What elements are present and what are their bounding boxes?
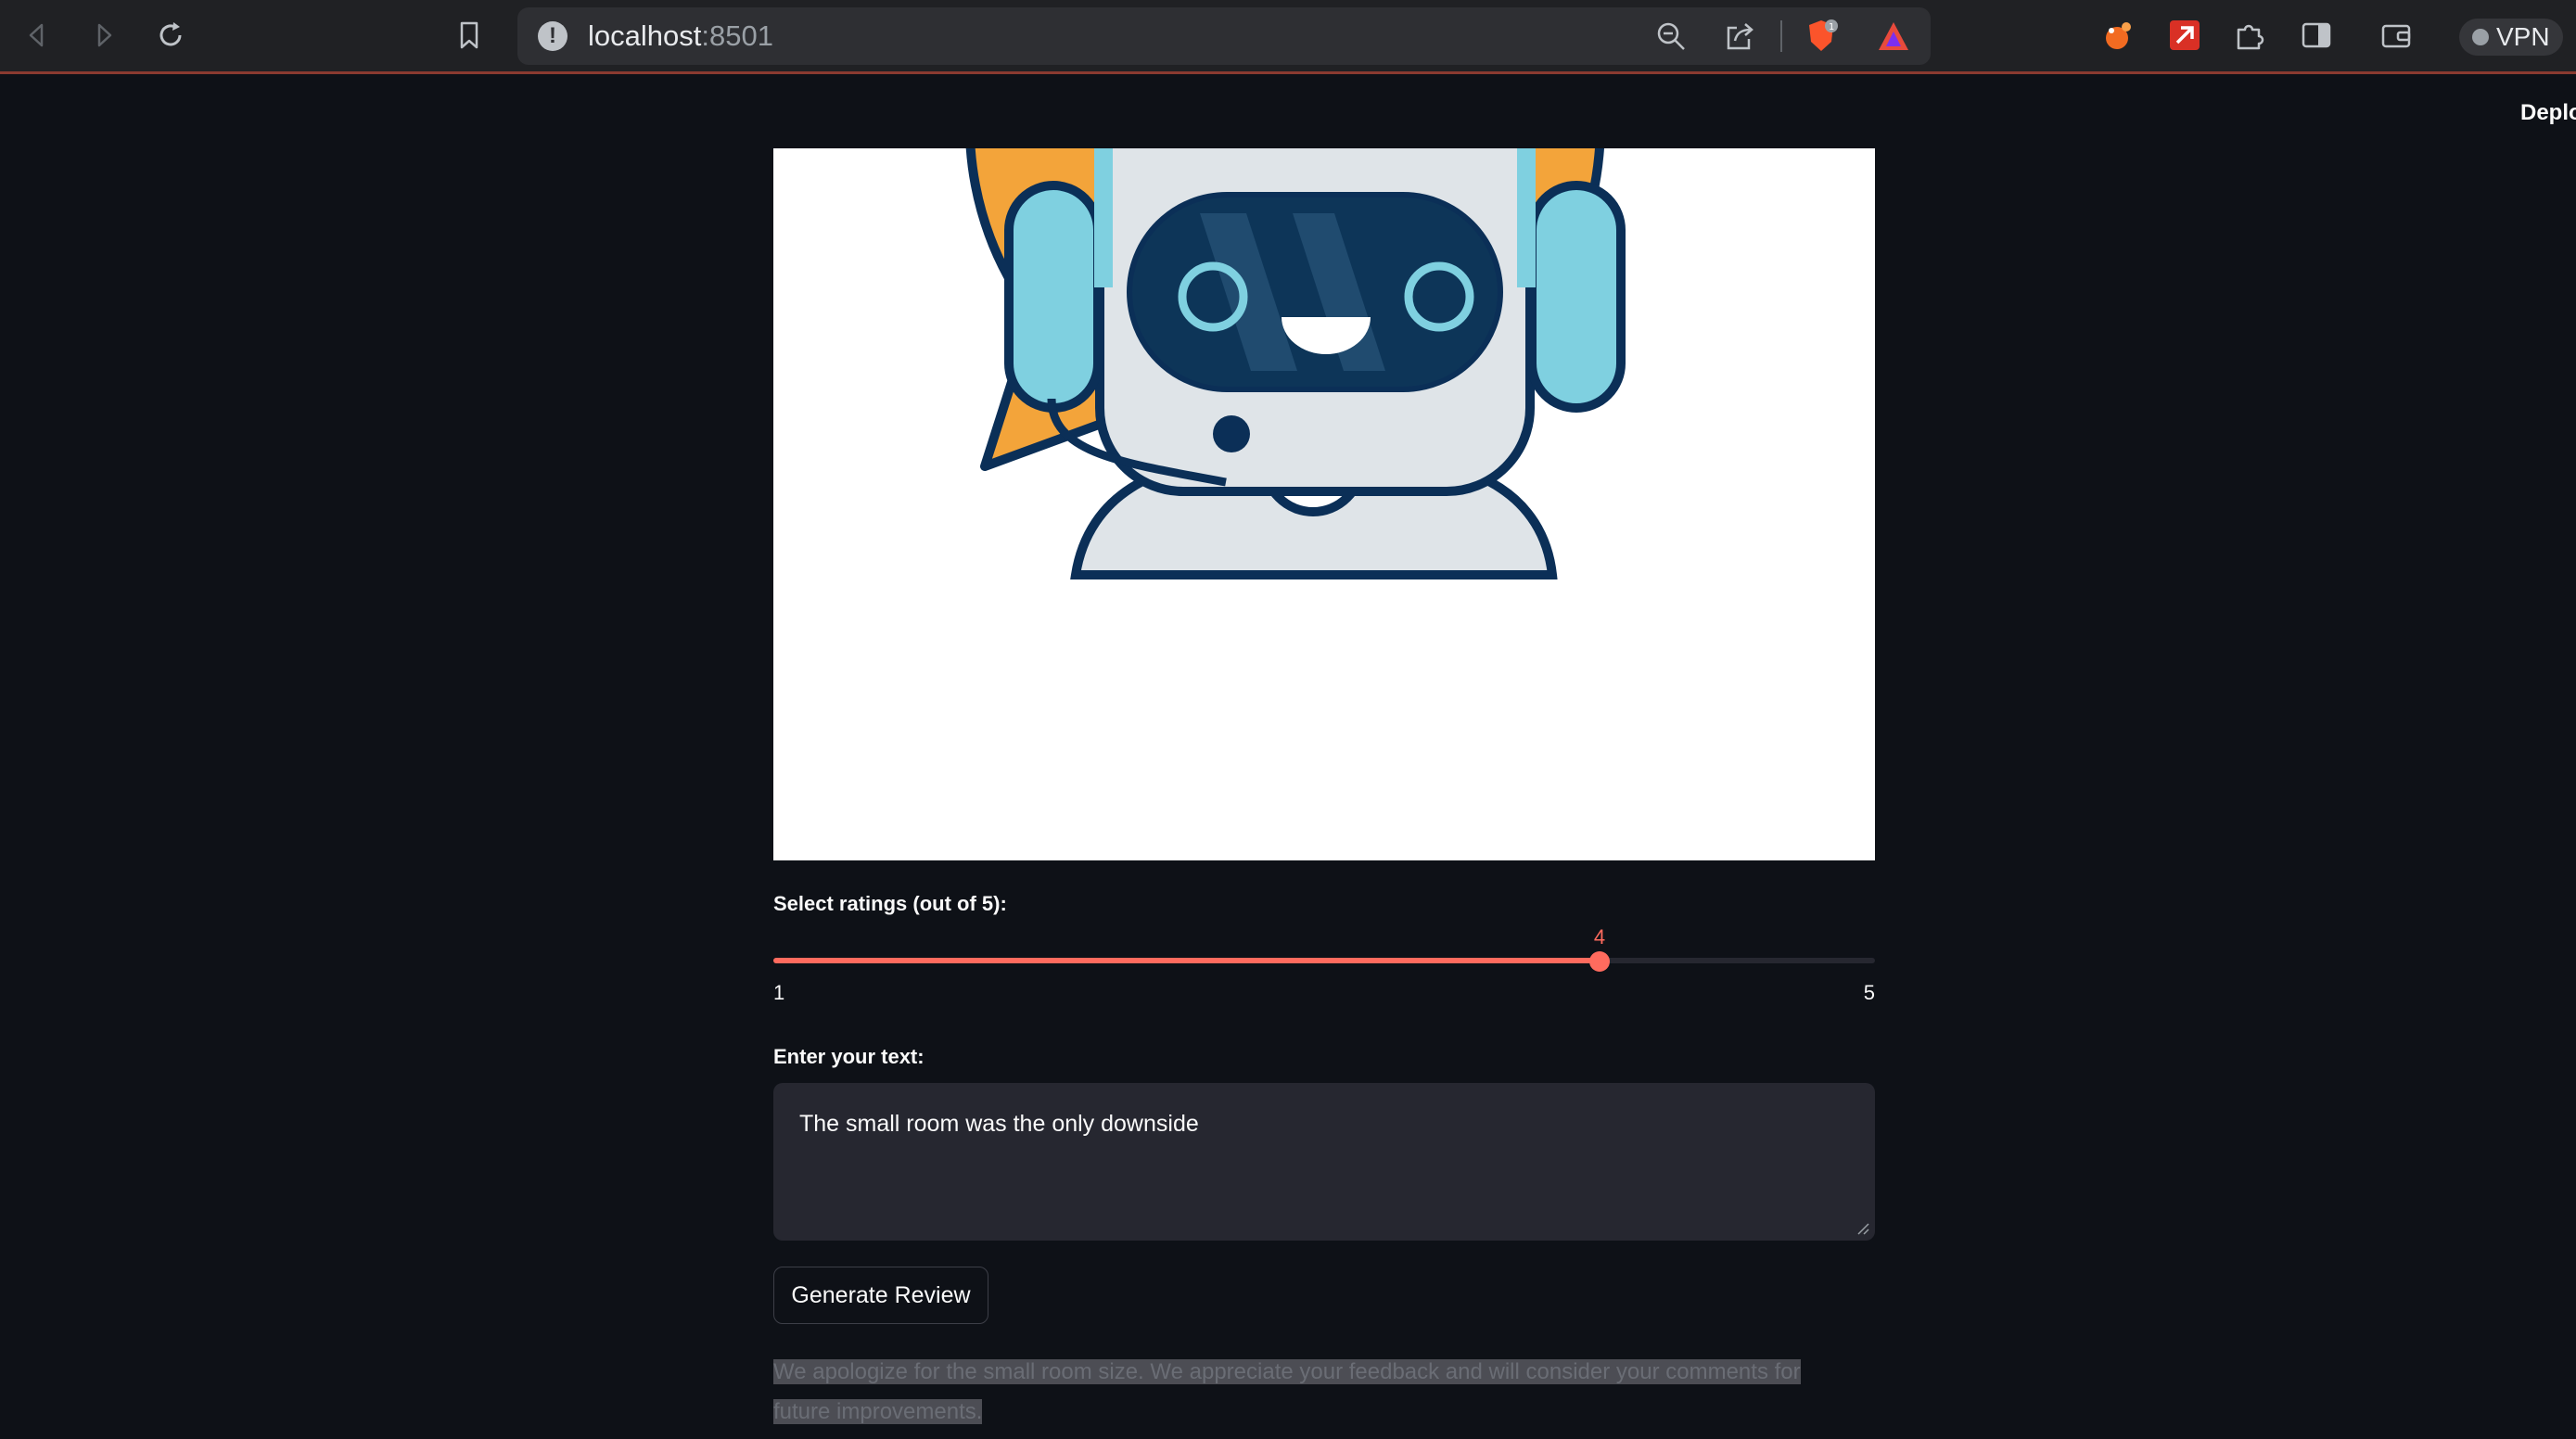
generated-review-text: We apologize for the small room size. We… [773, 1359, 1801, 1424]
textarea-value: The small room was the only downside [799, 1111, 1199, 1137]
url-port: :8501 [701, 19, 773, 52]
generate-review-button[interactable]: Generate Review [773, 1267, 988, 1324]
slider-value-label: 4 [1593, 925, 1606, 949]
vpn-label: VPN [2496, 22, 2550, 51]
vpn-status-icon [2472, 29, 2489, 45]
browser-toolbar: ! localhost:8501 1 VPN [0, 0, 2576, 74]
slider-fill [773, 958, 1600, 963]
url-host: localhost [588, 19, 702, 52]
text-input-label: Enter your text: [773, 1045, 925, 1068]
sidebar-toggle-icon[interactable] [2296, 15, 2337, 56]
back-icon[interactable] [17, 15, 57, 56]
address-bar[interactable]: ! localhost:8501 1 [517, 7, 1931, 65]
resize-handle-icon[interactable] [1856, 1222, 1869, 1235]
rating-slider[interactable]: 4 1 5 [773, 925, 1875, 1011]
wallet-icon[interactable] [2376, 15, 2417, 56]
svg-text:1: 1 [1829, 22, 1834, 32]
url-text[interactable]: localhost:8501 [588, 19, 773, 53]
extension-icon[interactable] [2098, 15, 2138, 56]
bookmark-icon[interactable] [449, 15, 490, 56]
slider-min-label: 1 [773, 981, 785, 1004]
vpn-button[interactable]: VPN [2459, 19, 2563, 56]
generated-review-output: We apologize for the small room size. We… [773, 1352, 1858, 1432]
site-info-icon[interactable]: ! [538, 21, 567, 51]
brave-rewards-icon[interactable] [1873, 16, 1914, 57]
slider-max-label: 5 [1863, 981, 1875, 1004]
url-divider [1780, 20, 1782, 52]
reload-icon[interactable] [150, 15, 191, 56]
slider-thumb[interactable] [1589, 951, 1610, 972]
arrow-extension-icon[interactable] [2164, 15, 2205, 56]
forward-icon[interactable] [83, 15, 124, 56]
brave-shields-icon[interactable]: 1 [1801, 16, 1842, 57]
share-icon[interactable] [1719, 16, 1760, 57]
zoom-out-icon[interactable] [1651, 16, 1691, 57]
deploy-button[interactable]: Deplo [2520, 100, 2576, 126]
puzzle-icon[interactable] [2229, 15, 2270, 56]
review-textarea[interactable]: The small room was the only downside [773, 1083, 1875, 1241]
rating-label: Select ratings (out of 5): [773, 892, 1007, 915]
robot-assistant-image [773, 148, 1875, 860]
